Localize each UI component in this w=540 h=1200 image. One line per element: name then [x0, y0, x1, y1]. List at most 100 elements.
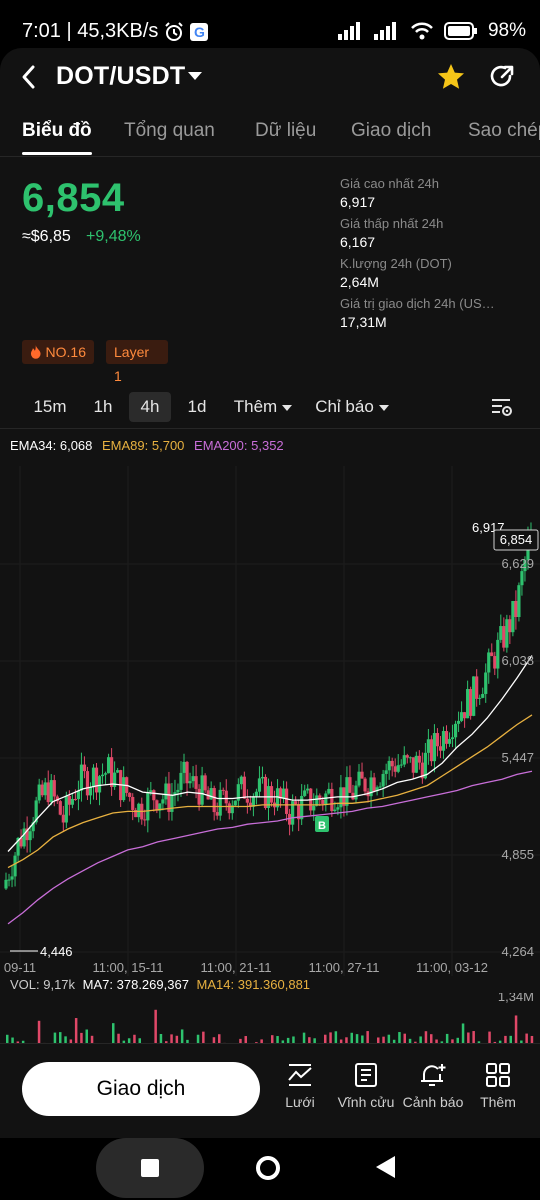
x-tick-label: 11:00, 27-11 — [308, 960, 379, 975]
candle-body — [239, 776, 243, 785]
candle-body — [100, 774, 105, 777]
candle-body — [321, 799, 325, 804]
last-price: 6,854 — [22, 176, 125, 220]
bottom-action-bar: Giao dịch Lưới Vĩnh cửu Cảnh báo Thêm — [0, 1043, 540, 1138]
candle-body — [161, 799, 165, 804]
candle-body — [294, 801, 298, 805]
stat-turnover-value: 17,31M — [340, 314, 387, 330]
candle-body — [70, 798, 74, 805]
home-icon[interactable] — [256, 1156, 280, 1180]
back-nav-icon[interactable] — [376, 1156, 395, 1178]
candle-body — [212, 788, 216, 813]
stat-low-value: 6,167 — [340, 234, 376, 250]
tab-overview[interactable]: Tổng quan — [124, 120, 215, 142]
candle-body — [402, 755, 406, 765]
chevron-down-icon — [378, 404, 389, 411]
interval-4h[interactable]: 4h — [129, 392, 171, 422]
candle-body — [61, 814, 65, 823]
status-right: 98% — [337, 20, 526, 42]
candle-body — [466, 689, 470, 719]
ema-legend: EMA34: 6,068 EMA89: 5,700 EMA200: 5,352 — [10, 438, 284, 453]
tab-chart[interactable]: Biểu đồ — [22, 120, 92, 142]
perpetual-button[interactable]: Vĩnh cửu — [334, 1062, 398, 1122]
candle-body — [360, 771, 364, 779]
candle-body — [469, 689, 473, 716]
candle-body — [336, 807, 340, 810]
interval-1h[interactable]: 1h — [84, 392, 122, 422]
volume-axis-max: 1,34M — [498, 993, 534, 1004]
x-tick-label: 11:00, 21-11 — [200, 960, 271, 975]
chart-settings-icon[interactable] — [490, 396, 514, 418]
candle-body — [487, 652, 491, 673]
wifi-icon — [411, 22, 433, 40]
indicators-dropdown[interactable]: Chỉ báo — [310, 392, 394, 422]
status-time: 7:01 | 45,3KB/s — [22, 20, 159, 42]
interval-1d[interactable]: 1d — [178, 392, 216, 422]
category-badge[interactable]: Layer 1 — [106, 340, 168, 384]
candle-body — [414, 755, 418, 773]
candle-body — [284, 788, 289, 814]
stat-high-label: Giá cao nhất 24h — [340, 176, 440, 191]
candle-body — [200, 775, 204, 805]
more-button[interactable]: Thêm — [466, 1062, 530, 1122]
candle-body — [363, 778, 367, 792]
candle-body — [52, 780, 56, 797]
tab-copy[interactable]: Sao chép — [468, 120, 540, 142]
volume-label: VOL: 9,17k — [10, 977, 76, 992]
candle-body — [384, 770, 388, 774]
candle-body — [182, 761, 186, 773]
candle-body — [179, 772, 183, 790]
rank-badge[interactable]: NO.16 — [22, 340, 94, 364]
candle-body — [106, 757, 111, 774]
grid-button[interactable]: Lưới — [268, 1062, 332, 1122]
candle-body — [58, 801, 62, 815]
candle-body — [257, 778, 262, 792]
pair-title[interactable]: DOT/USDT — [56, 62, 185, 91]
candle-body — [303, 790, 307, 796]
trade-button[interactable]: Giao dịch — [22, 1062, 260, 1116]
candle-body — [405, 755, 409, 758]
share-icon[interactable] — [488, 63, 516, 91]
ema89-label: EMA89: 5,700 — [102, 438, 185, 453]
google-icon: G — [190, 22, 209, 41]
candle-body — [281, 788, 286, 799]
stat-volume-label: K.lượng 24h (DOT) — [340, 256, 452, 271]
system-nav-bar — [0, 1138, 540, 1200]
recent-apps-icon[interactable] — [141, 1159, 159, 1177]
candle-body — [146, 791, 150, 821]
candle-body — [10, 876, 14, 880]
alerts-button[interactable]: Cảnh báo — [401, 1062, 465, 1122]
candle-body — [438, 746, 443, 751]
candle-body — [484, 672, 488, 694]
candle-body — [194, 776, 198, 789]
grid-bot-icon — [288, 1064, 312, 1086]
candle-body — [481, 693, 485, 698]
app-screen: DOT/USDT Biểu đồ Tổng quan Dữ liệu Giao … — [0, 48, 540, 1138]
candle-body — [511, 600, 515, 633]
candle-body — [46, 782, 50, 803]
interval-more-dropdown[interactable]: Thêm — [228, 392, 298, 422]
candle-body — [143, 819, 147, 821]
y-tick-label: 5,447 — [501, 750, 534, 765]
tab-trade[interactable]: Giao dịch — [351, 120, 431, 142]
interval-15m[interactable]: 15m — [26, 392, 74, 422]
alerts-label: Cảnh báo — [402, 1094, 464, 1110]
pair-dropdown-icon[interactable] — [188, 72, 202, 80]
favorite-star-icon[interactable] — [436, 62, 466, 92]
stats-panel: Giá cao nhất 24h 6,917 Giá thấp nhất 24h… — [340, 176, 530, 336]
candlestick-chart[interactable]: 6,629 6,038 5,447 4,855 4,264 09-11 11:00, 15-… — [0, 466, 540, 976]
perpetual-label: Vĩnh cửu — [337, 1094, 395, 1110]
candle-body — [67, 795, 71, 805]
candle-body — [128, 792, 132, 797]
x-tick-label: 11:00, 03-12 — [416, 960, 488, 975]
stat-turnover-label: Giá trị giao dịch 24h (US… — [340, 296, 495, 311]
rank-label: NO.16 — [45, 344, 86, 360]
tab-data[interactable]: Dữ liệu — [255, 120, 316, 142]
candle-body — [393, 766, 397, 772]
candle-body — [432, 733, 437, 762]
candle-body — [450, 737, 455, 740]
candle-body — [357, 771, 361, 786]
back-arrow-icon[interactable] — [16, 62, 42, 92]
candle-body — [330, 788, 334, 812]
indicators-label: Chỉ báo — [315, 397, 374, 416]
